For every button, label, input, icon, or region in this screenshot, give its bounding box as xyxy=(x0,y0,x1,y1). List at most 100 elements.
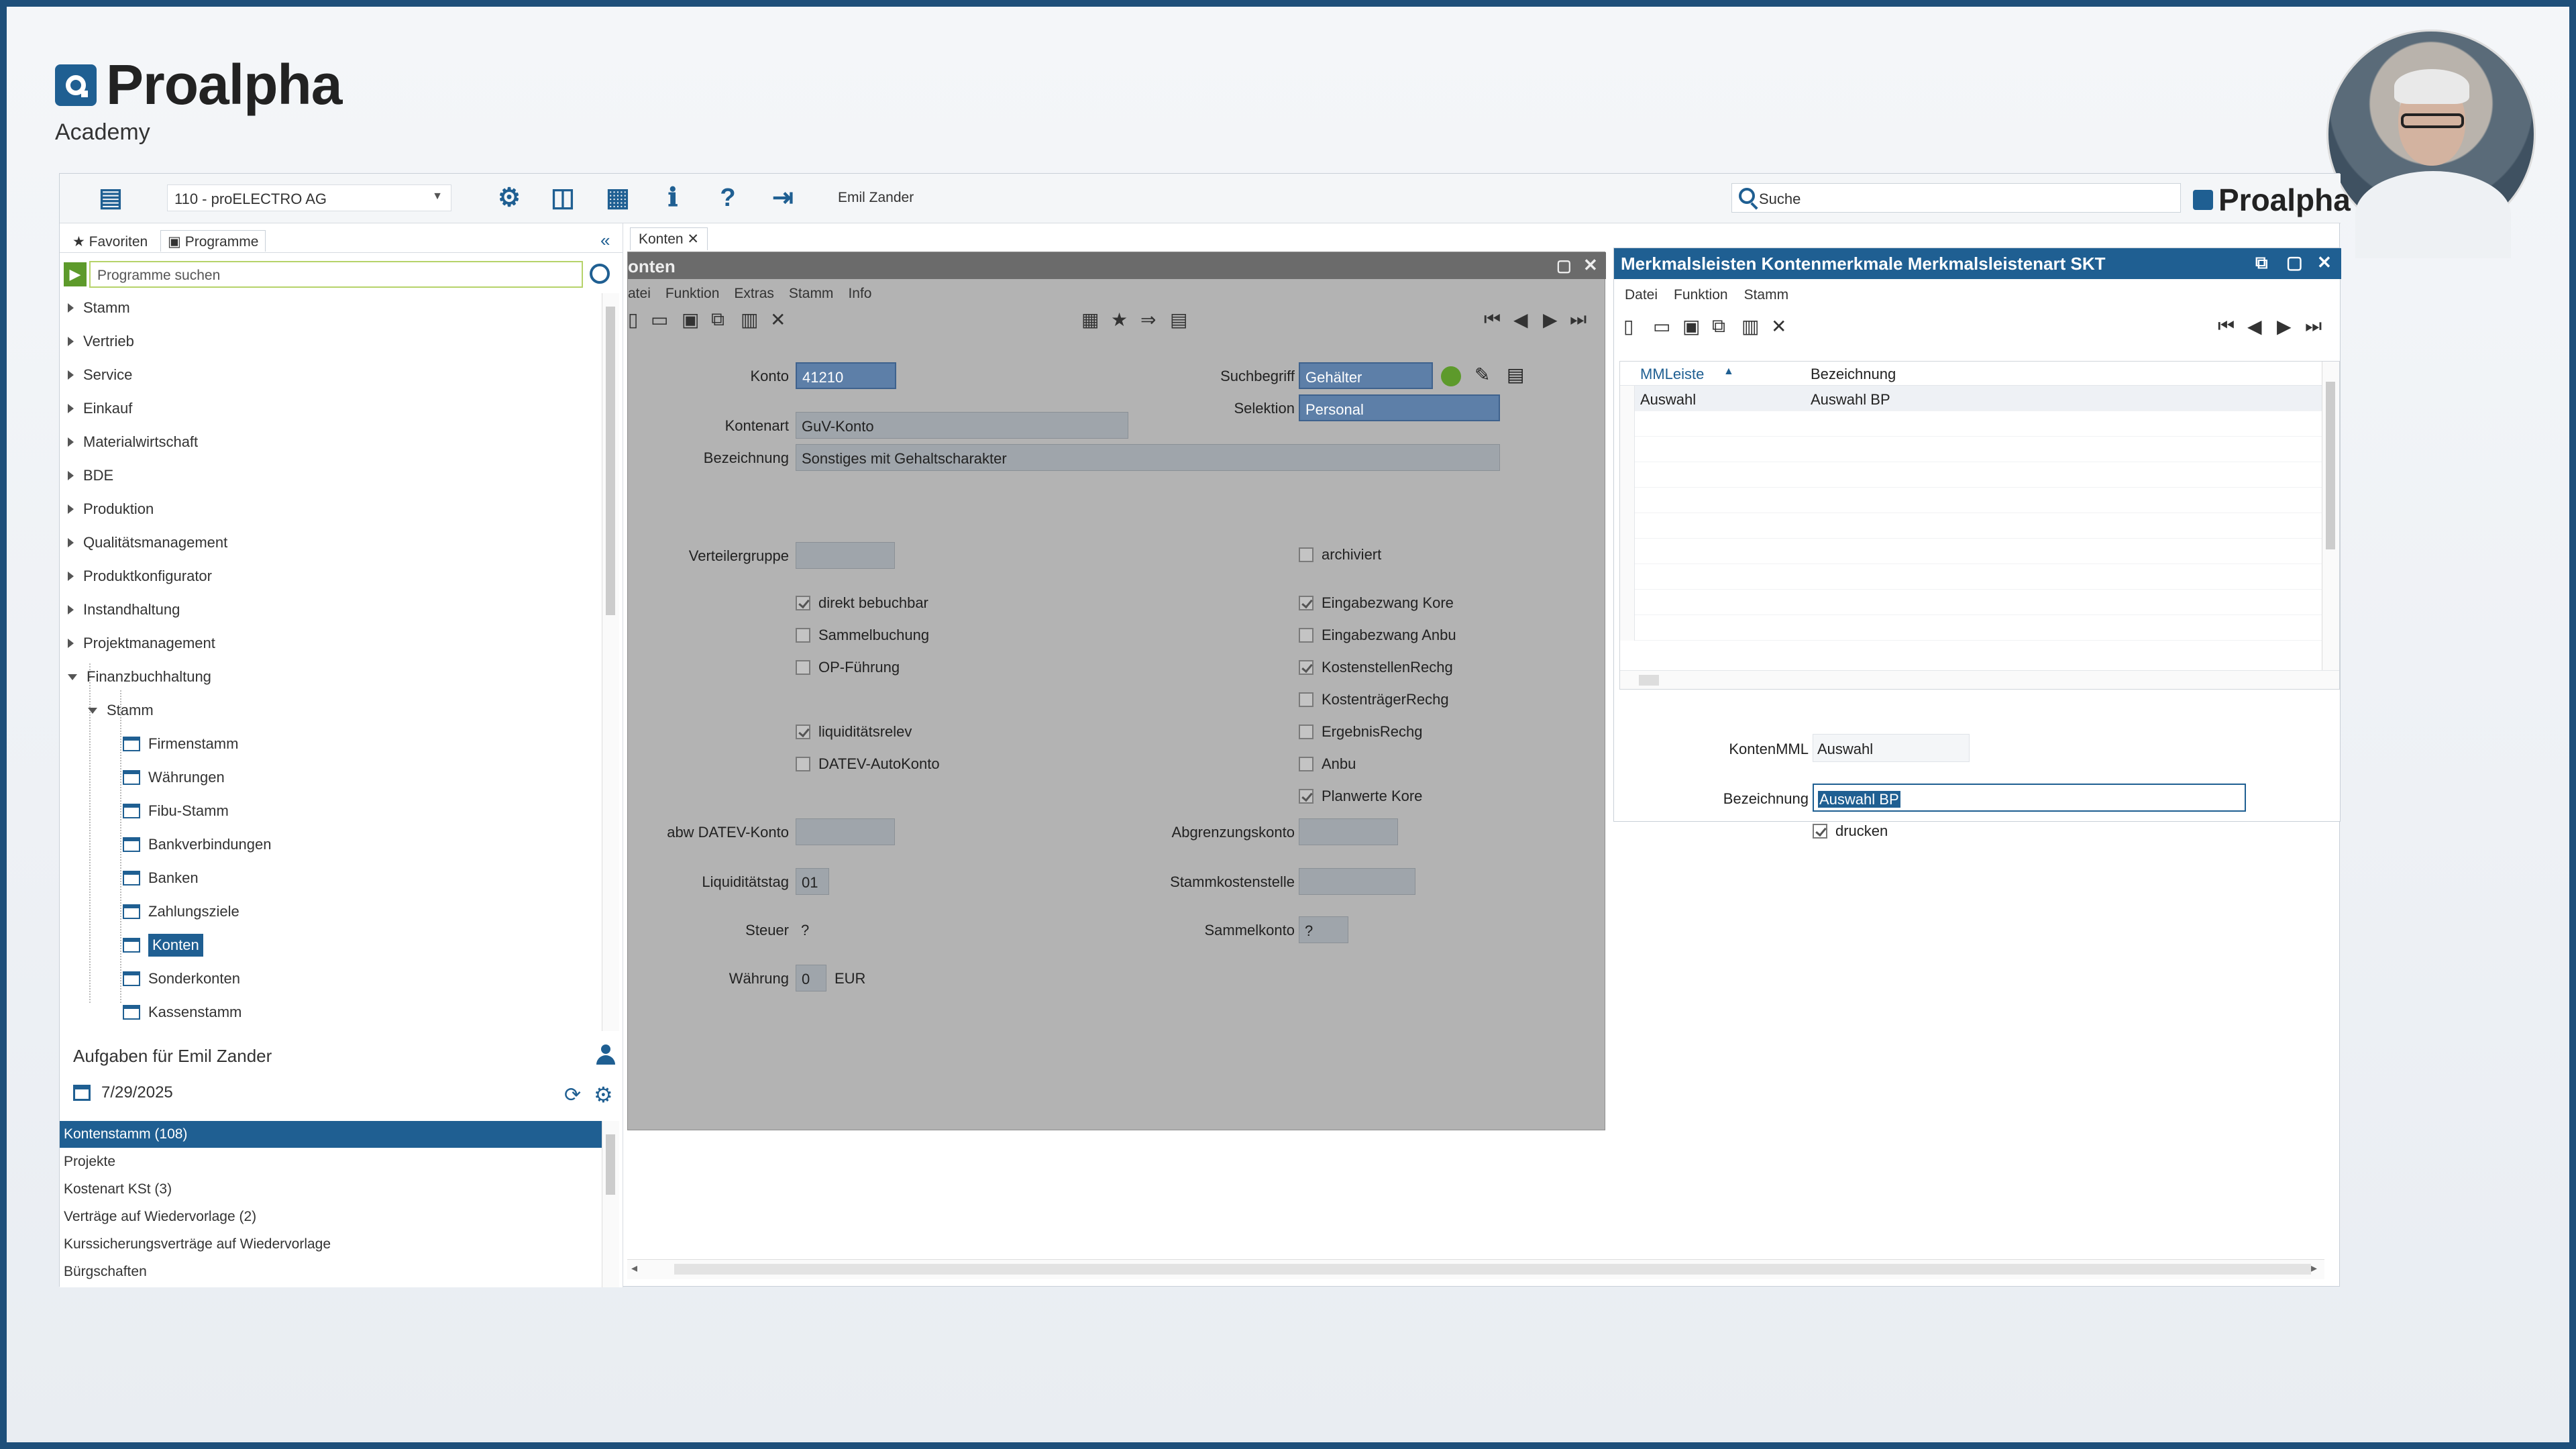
tree-item-bde[interactable]: BDE xyxy=(60,461,113,490)
tree-item-projektmanagement[interactable]: Projektmanagement xyxy=(60,629,215,658)
abw-datev-field[interactable] xyxy=(796,818,895,845)
waehrung-code-field[interactable]: 0 xyxy=(796,965,826,991)
tree-item-konten[interactable]: Konten xyxy=(123,930,203,960)
checkbox-planwerte-kore[interactable]: Planwerte Kore xyxy=(1299,788,1422,805)
export-icon[interactable]: ⇒ xyxy=(1140,309,1156,333)
panel-columns-icon[interactable]: ◫ xyxy=(549,184,576,211)
cancel-icon[interactable]: ✕ xyxy=(1771,315,1786,337)
verteilergruppe-field[interactable] xyxy=(796,542,895,569)
tree-item-produktkonfigurator[interactable]: Produktkonfigurator xyxy=(60,561,212,591)
tree-item-sonderkonten[interactable]: Sonderkonten xyxy=(123,964,240,994)
last-record-icon[interactable]: ⏭ xyxy=(2305,315,2322,337)
print-icon[interactable]: ▤ xyxy=(1170,309,1187,333)
menu-extras[interactable]: Extras xyxy=(734,286,774,302)
kontenmml-field[interactable]: Auswahl xyxy=(1813,734,1970,762)
checkbox-liquiditaetsrelev[interactable]: liquiditätsrelev xyxy=(796,723,912,741)
checkbox-kostentraegerrechg[interactable]: KostenträgerRechg xyxy=(1299,691,1449,708)
edit-icon[interactable]: ✎ xyxy=(1474,364,1490,386)
tree-item-qualitaetsmanagement[interactable]: Qualitätsmanagement xyxy=(60,528,227,557)
company-select[interactable]: 110 - proELECTRO AG ▼ xyxy=(167,184,451,211)
tree-item-kassenstamm[interactable]: Kassenstamm xyxy=(123,998,241,1027)
panel-splitter[interactable] xyxy=(60,1028,623,1035)
checkbox-archiviert[interactable]: archiviert xyxy=(1299,546,1381,564)
next-record-icon[interactable]: ▶ xyxy=(2277,315,2292,337)
scroll-left-icon[interactable]: ◂ xyxy=(631,1261,637,1275)
search-icon[interactable] xyxy=(590,264,610,284)
new-icon[interactable]: ▯ xyxy=(1623,315,1633,337)
menu-funktion[interactable]: Funktion xyxy=(1674,287,1728,303)
tree-item-fibu-stamm[interactable]: Fibu-Stamm xyxy=(123,796,229,826)
save-icon[interactable]: ▣ xyxy=(1682,315,1700,337)
grid-horizontal-scrollbar[interactable] xyxy=(1620,670,2339,689)
checkbox-eingabezwang-anbu[interactable]: Eingabezwang Anbu xyxy=(1299,627,1456,644)
tree-item-finanzbuchhaltung[interactable]: Finanzbuchhaltung xyxy=(60,662,211,692)
bezeichnung-field[interactable]: Sonstiges mit Gehaltscharakter xyxy=(796,444,1500,471)
task-item[interactable]: Kurssicherungsverträge auf Wiedervorlage xyxy=(60,1231,602,1258)
gear-icon[interactable]: ⚙ xyxy=(496,184,523,211)
logout-icon[interactable]: ⇥ xyxy=(769,184,796,211)
info-icon[interactable]: ℹ xyxy=(659,184,686,211)
tree-item-service[interactable]: Service xyxy=(60,360,132,390)
sammelkonto-field[interactable]: ? xyxy=(1299,916,1348,943)
stammkostenstelle-field[interactable] xyxy=(1299,868,1415,895)
cancel-icon[interactable]: ✕ xyxy=(770,309,786,333)
liquiditaetstag-field[interactable]: 01 xyxy=(796,868,829,895)
tree-item-stamm[interactable]: Stamm xyxy=(60,293,130,323)
task-scrollbar[interactable] xyxy=(602,1121,619,1287)
tree-scrollbar[interactable] xyxy=(602,293,619,1031)
checkbox-direkt-bebuchbar[interactable]: direkt bebuchbar xyxy=(796,594,928,612)
new-document-icon[interactable]: ▤ xyxy=(97,184,124,211)
calendar-icon[interactable]: ▦ xyxy=(1081,309,1099,333)
tree-item-materialwirtschaft[interactable]: Materialwirtschaft xyxy=(60,427,198,457)
kontenart-select[interactable]: GuV-Konto xyxy=(796,412,1128,439)
settings-gear-icon[interactable]: ⚙ xyxy=(594,1082,613,1108)
table-row[interactable]: Auswahl Auswahl BP xyxy=(1620,386,2324,411)
copy-icon[interactable]: ⧉ xyxy=(1712,315,1725,337)
restore-icon[interactable]: ⧉ xyxy=(2255,252,2268,274)
menu-info[interactable]: Info xyxy=(848,286,871,302)
star-icon[interactable]: ★ xyxy=(1111,309,1128,333)
konto-field[interactable]: 41210 xyxy=(796,362,896,389)
refresh-icon[interactable]: ⟳ xyxy=(564,1083,581,1107)
save-icon[interactable]: ▣ xyxy=(682,309,699,333)
tab-favoriten[interactable]: ★ Favoriten xyxy=(65,230,155,252)
close-icon[interactable]: ✕ xyxy=(1583,255,1598,276)
tree-item-produktion[interactable]: Produktion xyxy=(60,494,154,524)
trash-icon[interactable]: ▥ xyxy=(1741,315,1759,337)
task-item[interactable]: Verträge auf Wiedervorlage (2) xyxy=(60,1203,602,1230)
horizontal-scrollbar[interactable]: ◂ ▸ xyxy=(627,1259,2324,1279)
tree-item-einkauf[interactable]: Einkauf xyxy=(60,394,132,423)
program-search-input[interactable]: Programme suchen xyxy=(89,261,583,288)
next-record-icon[interactable]: ▶ xyxy=(1543,309,1558,333)
checkbox-anbu[interactable]: Anbu xyxy=(1299,755,1356,773)
checkbox-datev-autokonto[interactable]: DATEV-AutoKonto xyxy=(796,755,940,773)
last-record-icon[interactable]: ⏭ xyxy=(1570,309,1587,333)
new-icon[interactable]: ▯ xyxy=(628,309,638,333)
document-icon[interactable]: ▤ xyxy=(1507,364,1524,386)
tree-item-firmenstamm[interactable]: Firmenstamm xyxy=(123,729,238,759)
checkbox-kostenstellenrechg[interactable]: KostenstellenRechg xyxy=(1299,659,1453,676)
checkbox-ergebnisrechg[interactable]: ErgebnisRechg xyxy=(1299,723,1422,741)
menu-stamm[interactable]: Stamm xyxy=(1744,287,1789,303)
user-icon[interactable] xyxy=(596,1044,615,1066)
global-search-input[interactable]: Suche xyxy=(1731,183,2181,213)
open-folder-icon[interactable]: ▭ xyxy=(1653,315,1670,337)
column-mmleiste[interactable]: MMLeiste xyxy=(1640,366,1704,383)
maximize-icon[interactable]: ▢ xyxy=(1556,256,1572,276)
checkbox-eingabezwang-kore[interactable]: Eingabezwang Kore xyxy=(1299,594,1454,612)
task-item[interactable]: Bürgschaften xyxy=(60,1258,602,1285)
tree-item-zahlungsziele[interactable]: Zahlungsziele xyxy=(123,897,239,926)
tab-programme[interactable]: ▣ Programme xyxy=(160,230,266,252)
task-item[interactable]: Kostenart KSt (3) xyxy=(60,1176,602,1203)
selektion-field[interactable]: Personal xyxy=(1299,394,1500,421)
task-item[interactable]: Projekte xyxy=(60,1148,602,1175)
first-record-icon[interactable]: ⏮ xyxy=(2218,315,2235,337)
menu-datei[interactable]: Datei xyxy=(1625,287,1658,303)
scroll-right-icon[interactable]: ▸ xyxy=(2311,1261,2317,1275)
abgrenzungskonto-field[interactable] xyxy=(1299,818,1398,845)
steuer-field[interactable]: ? xyxy=(796,916,822,943)
checkbox-sammelbuchung[interactable]: Sammelbuchung xyxy=(796,627,929,644)
tree-item-vertrieb[interactable]: Vertrieb xyxy=(60,327,134,356)
open-folder-icon[interactable]: ▭ xyxy=(651,309,668,333)
suchbegriff-field[interactable]: Gehälter xyxy=(1299,362,1433,389)
